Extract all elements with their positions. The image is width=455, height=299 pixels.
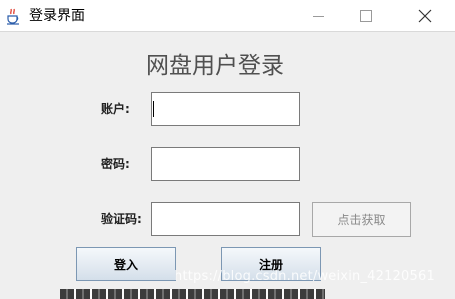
watermark-text: https://blog.csdn.net/weixin_42120561	[174, 269, 435, 284]
window-title: 登录界面	[29, 8, 85, 24]
login-button[interactable]: 登入	[76, 247, 176, 281]
password-input[interactable]	[151, 147, 300, 181]
login-window: 登录界面 网盘用户登录 账户: 密码: 验证码: 点击获取 登入 注册 http…	[0, 0, 455, 299]
close-button[interactable]	[402, 0, 448, 32]
minimize-button[interactable]	[296, 0, 342, 32]
account-input[interactable]	[151, 92, 300, 126]
captcha-label: 验证码:	[101, 212, 142, 226]
captcha-input[interactable]	[151, 202, 300, 236]
text-cursor	[153, 101, 154, 117]
maximize-button[interactable]	[342, 0, 388, 32]
account-label: 账户:	[101, 102, 130, 116]
close-icon	[418, 9, 432, 23]
page-title: 网盘用户登录	[146, 53, 284, 79]
password-label: 密码:	[101, 157, 130, 171]
java-coffee-cup-icon	[5, 7, 23, 25]
get-code-button[interactable]: 点击获取	[312, 202, 411, 237]
background-text-strip	[60, 289, 325, 299]
title-bar[interactable]: 登录界面	[0, 0, 455, 32]
